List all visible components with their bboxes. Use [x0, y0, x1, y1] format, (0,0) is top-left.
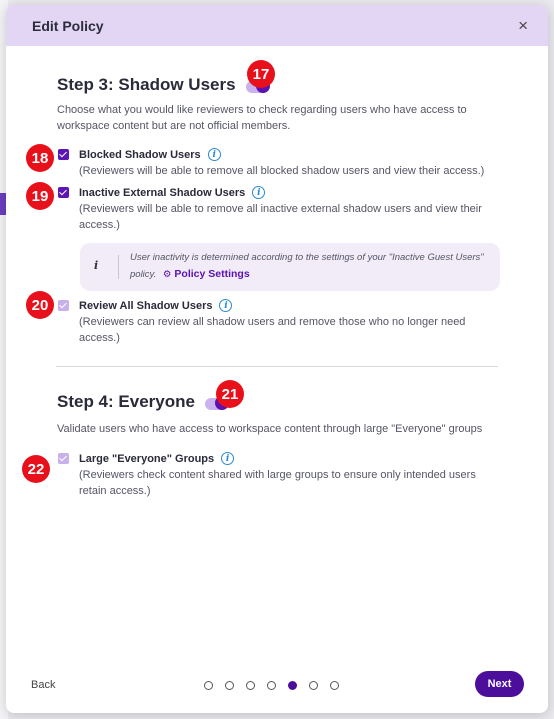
info-icon: i	[94, 259, 99, 272]
pagination-dot-6[interactable]	[309, 681, 318, 690]
inactive-external-shadow-users-checkbox[interactable]	[58, 187, 69, 198]
step4-description: Validate users who have access to worksp…	[57, 423, 483, 435]
pagination-dot-1[interactable]	[204, 681, 213, 690]
option-label: Blocked Shadow Users	[79, 148, 201, 161]
section-divider	[56, 366, 498, 367]
option-label: Review All Shadow Users	[79, 299, 213, 312]
annotation-badge-17: 17	[247, 60, 275, 88]
option-description: (Reviewers check content shared with lar…	[79, 469, 476, 497]
option-review-all-shadow-users: Review All Shadow Users i (Reviewers can…	[58, 299, 498, 346]
pagination-dot-3[interactable]	[246, 681, 255, 690]
option-label: Large "Everyone" Groups	[79, 452, 215, 465]
pagination-dot-7[interactable]	[330, 681, 339, 690]
pagination-dot-2[interactable]	[225, 681, 234, 690]
step4-title: Step 4: Everyone	[57, 392, 195, 411]
info-icon[interactable]: i	[207, 148, 221, 161]
modal-footer: Back Next	[6, 663, 548, 713]
option-blocked-shadow-users: Blocked Shadow Users i (Reviewers will b…	[58, 148, 498, 179]
option-label: Inactive External Shadow Users	[79, 186, 246, 199]
step3-description: Choose what you would like reviewers to …	[57, 104, 467, 132]
option-large-everyone-groups: Large "Everyone" Groups i (Reviewers che…	[58, 452, 498, 499]
annotation-badge-21: 21	[216, 380, 244, 408]
annotation-badge-18: 18	[26, 144, 54, 172]
option-description: (Reviewers will be able to remove all bl…	[79, 165, 485, 177]
modal-header: Edit Policy ×	[6, 5, 548, 46]
policy-settings-link[interactable]: Policy Settings	[174, 268, 249, 280]
back-button[interactable]: Back	[31, 679, 55, 691]
review-all-shadow-users-checkbox[interactable]	[58, 300, 69, 311]
info-icon[interactable]: i	[219, 299, 233, 312]
annotation-badge-22: 22	[22, 455, 50, 483]
next-button[interactable]: Next	[475, 671, 524, 697]
blocked-shadow-users-checkbox[interactable]	[58, 149, 69, 160]
info-icon[interactable]: i	[252, 186, 266, 199]
annotation-badge-20: 20	[26, 291, 54, 319]
option-description: (Reviewers will be able to remove all in…	[79, 203, 482, 231]
annotation-badge-19: 19	[26, 182, 54, 210]
pagination-dot-5[interactable]	[288, 681, 297, 690]
large-everyone-groups-checkbox[interactable]	[58, 453, 69, 464]
option-inactive-external-shadow-users: Inactive External Shadow Users i (Review…	[58, 186, 498, 233]
pagination-dot-4[interactable]	[267, 681, 276, 690]
note-divider	[118, 255, 119, 279]
edit-policy-modal: Edit Policy × Step 3: Shadow Users 17 Ch…	[6, 5, 548, 713]
modal-title: Edit Policy	[32, 17, 104, 34]
gear-icon: ⚙	[162, 269, 172, 280]
info-icon[interactable]: i	[221, 452, 235, 465]
close-icon[interactable]: ×	[518, 17, 528, 34]
inactivity-info-note: i User inactivity is determined accordin…	[80, 243, 500, 291]
step3-title: Step 3: Shadow Users	[57, 75, 236, 94]
step4-header: Step 4: Everyone	[57, 392, 229, 412]
step3-header: Step 3: Shadow Users	[57, 75, 270, 95]
note-text-block: User inactivity is determined according …	[130, 249, 490, 283]
option-description: (Reviewers can review all shadow users a…	[79, 316, 466, 344]
step-pagination	[204, 681, 339, 690]
